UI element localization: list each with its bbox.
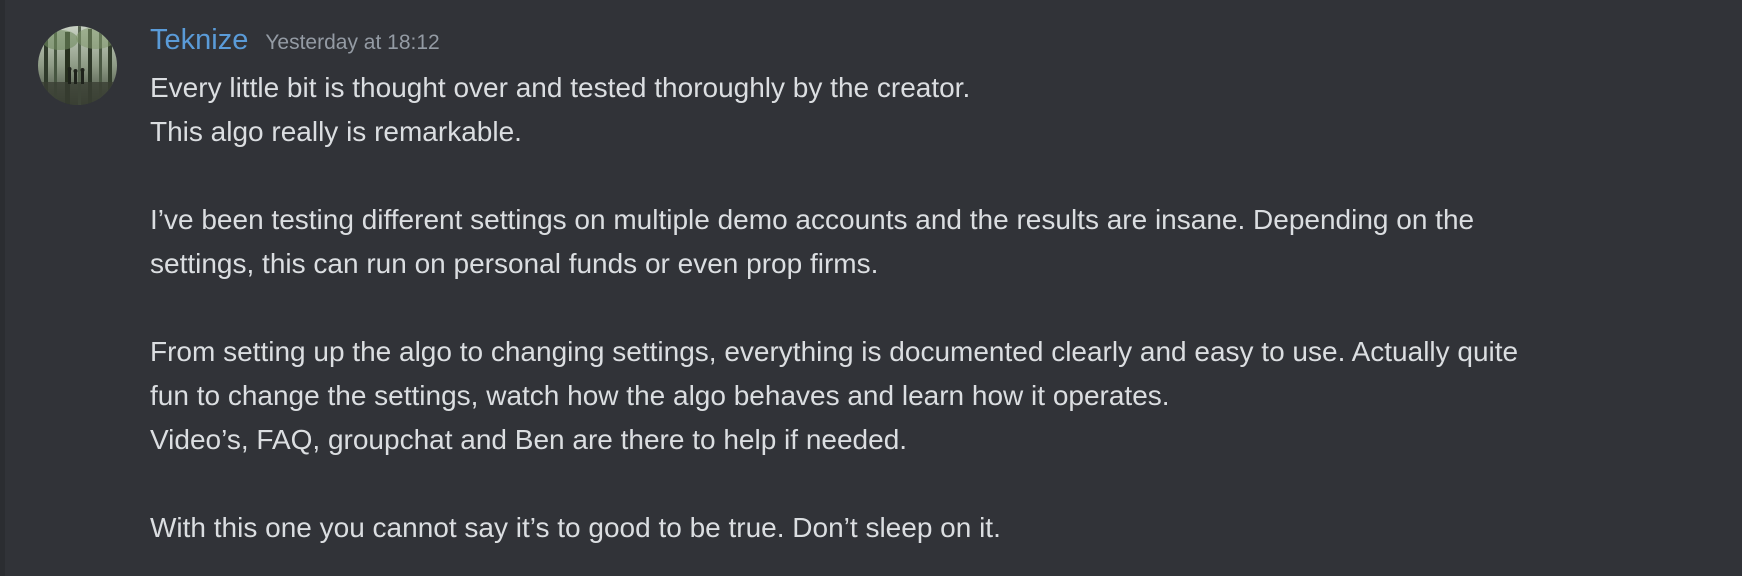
user-avatar[interactable] [38, 26, 117, 105]
message-line: This algo really is remarkable. [150, 116, 522, 147]
message-timestamp[interactable]: Yesterday at 18:12 [265, 31, 439, 55]
message-header: Teknize Yesterday at 18:12 [150, 24, 440, 64]
message-line: Every little bit is thought over and tes… [150, 72, 971, 103]
message-content: Every little bit is thought over and tes… [150, 66, 1710, 550]
message-line: fun to change the settings, watch how th… [150, 380, 1170, 411]
avatar-forest-image [38, 26, 117, 105]
message-line: Video’s, FAQ, groupchat and Ben are ther… [150, 424, 908, 455]
message-line: settings, this can run on personal funds… [150, 248, 879, 279]
message-line: From setting up the algo to changing set… [150, 336, 1519, 367]
author-username[interactable]: Teknize [150, 24, 248, 57]
message-line: I’ve been testing different settings on … [150, 204, 1475, 235]
chat-message: Teknize Yesterday at 18:12 Every little … [0, 0, 1742, 576]
message-line: With this one you cannot say it’s to goo… [150, 512, 1001, 543]
